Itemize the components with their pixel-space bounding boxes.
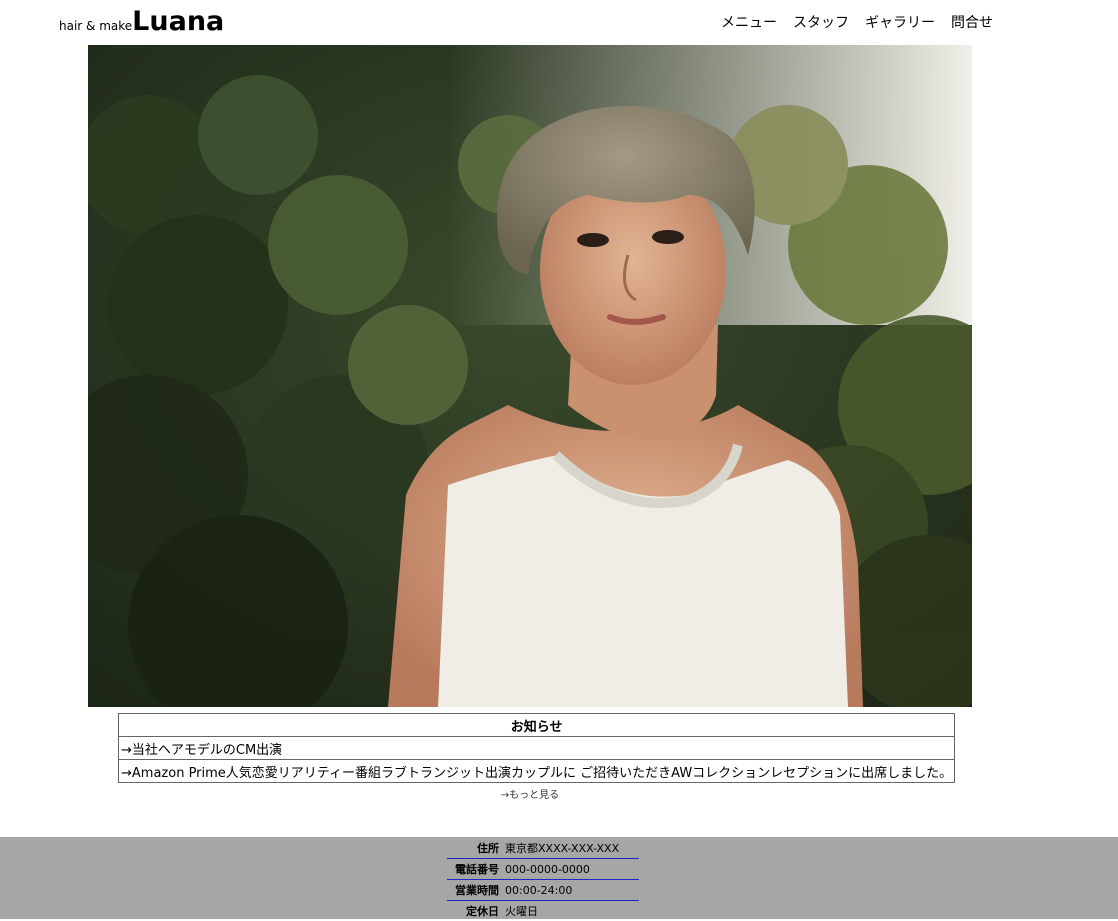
logo-subtitle: hair & make	[59, 19, 133, 33]
info-label-closed: 定休日	[466, 905, 499, 918]
news-table: お知らせ →当社ヘアモデルのCM出演 →Amazon Prime人気恋愛リアリテ…	[117, 713, 956, 783]
main-nav: メニュー スタッフ ギャラリー 問合せ	[721, 12, 993, 32]
info-label-address: 住所	[447, 838, 503, 859]
site-logo[interactable]: hair & makeLuana	[59, 6, 224, 37]
info-value-phone: 000-0000-0000	[503, 859, 640, 880]
news-title: お知らせ	[117, 713, 956, 737]
info-label-phone: 電話番号	[447, 859, 503, 880]
header: hair & makeLuana メニュー スタッフ ギャラリー 問合せ	[0, 0, 1118, 45]
shop-info-table: 住所 東京都XXXX-XXX-XXX 電話番号 000-0000-0000 営業…	[447, 838, 640, 921]
info-value-closed: 火曜日	[505, 905, 538, 918]
more-link[interactable]: →もっと見る	[0, 786, 1060, 801]
info-value-hours: 00:00-24:00	[503, 880, 640, 901]
news-item[interactable]: →Amazon Prime人気恋愛リアリティー番組ラブトランジット出演カップルに…	[117, 759, 956, 783]
news-item[interactable]: →当社ヘアモデルのCM出演	[117, 736, 956, 760]
hero-image	[88, 45, 972, 707]
nav-gallery[interactable]: ギャラリー	[865, 12, 935, 32]
info-label-hours: 営業時間	[447, 880, 503, 901]
nav-contact[interactable]: 問合せ	[951, 12, 993, 32]
hero-photo-illustration	[88, 45, 972, 707]
footer: 住所 東京都XXXX-XXX-XXX 電話番号 000-0000-0000 営業…	[0, 837, 1118, 919]
info-value-address: 東京都XXXX-XXX-XXX	[503, 838, 640, 859]
logo-title: Luana	[132, 6, 225, 37]
nav-staff[interactable]: スタッフ	[793, 12, 849, 32]
nav-menu[interactable]: メニュー	[721, 12, 777, 32]
